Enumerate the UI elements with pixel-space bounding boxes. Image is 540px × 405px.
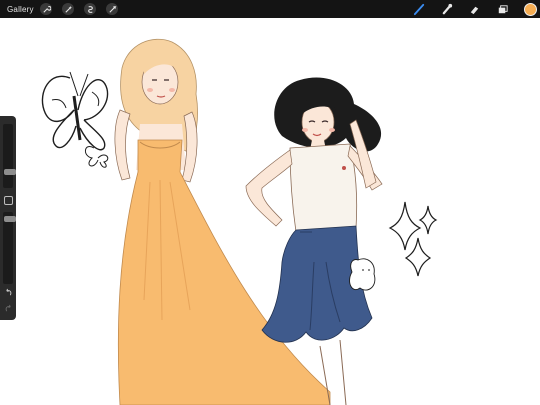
smudge-icon[interactable] (440, 2, 454, 16)
layers-icon[interactable] (495, 2, 509, 16)
gallery-button[interactable]: Gallery (7, 5, 34, 14)
wrench-icon[interactable] (40, 3, 52, 15)
top-toolbar: Gallery (0, 0, 540, 18)
eraser-icon[interactable] (467, 2, 481, 16)
brush-icon[interactable] (412, 2, 426, 16)
butterfly-doodle (41, 71, 109, 151)
small-butterfly-doodle (85, 146, 109, 168)
transform-icon[interactable] (106, 3, 118, 15)
sparkle-doodles (388, 201, 438, 277)
selection-icon[interactable] (84, 3, 96, 15)
drawing-canvas[interactable] (0, 18, 540, 405)
color-picker-swatch[interactable] (524, 3, 537, 16)
magic-wand-icon[interactable] (62, 3, 74, 15)
